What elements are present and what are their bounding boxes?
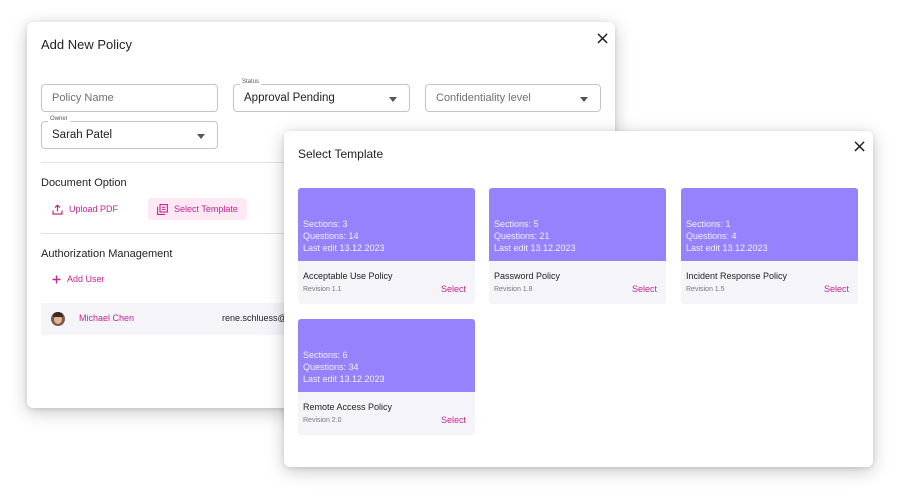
policy-name-placeholder: Policy Name — [52, 92, 114, 104]
template-last-edit: Last edit 13.12.2023 — [686, 243, 768, 253]
template-revision: Revision 2.0 — [303, 417, 342, 424]
template-last-edit: Last edit 13.12.2023 — [303, 374, 385, 384]
template-sections: Sections: 5 — [494, 219, 539, 229]
document-option-heading: Document Option — [41, 177, 127, 189]
select-template-dialog: Select Template × Sections: 3 Questions:… — [284, 131, 873, 467]
close-icon[interactable]: × — [852, 138, 867, 156]
confidentiality-placeholder: Confidentiality level — [436, 92, 531, 104]
add-user-button[interactable]: Add User — [52, 270, 105, 288]
authorization-heading: Authorization Management — [41, 248, 173, 260]
template-last-edit: Last edit 13.12.2023 — [303, 243, 385, 253]
close-icon[interactable]: × — [595, 30, 610, 48]
template-card[interactable]: Sections: 3 Questions: 14 Last edit 13.1… — [298, 188, 475, 304]
status-label: Status — [240, 79, 262, 85]
template-questions: Questions: 4 — [686, 231, 737, 241]
template-sections: Sections: 6 — [303, 350, 348, 360]
template-questions: Questions: 21 — [494, 231, 550, 241]
template-sections: Sections: 3 — [303, 219, 348, 229]
dialog-title: Add New Policy — [41, 37, 133, 52]
select-template-link[interactable]: Select — [632, 284, 657, 294]
template-card[interactable]: Sections: 6 Questions: 34 Last edit 13.1… — [298, 319, 475, 435]
template-banner: Sections: 1 Questions: 4 Last edit 13.12… — [681, 188, 858, 261]
template-banner: Sections: 3 Questions: 14 Last edit 13.1… — [298, 188, 475, 261]
select-template-link[interactable]: Select — [824, 284, 849, 294]
template-card[interactable]: Sections: 1 Questions: 4 Last edit 13.12… — [681, 188, 858, 304]
template-revision: Revision 1.8 — [494, 286, 533, 293]
template-questions: Questions: 34 — [303, 362, 359, 372]
template-sections: Sections: 1 — [686, 219, 731, 229]
dialog-title: Select Template — [298, 147, 384, 161]
status-select[interactable]: Status Approval Pending — [233, 79, 410, 112]
template-icon — [157, 203, 168, 215]
template-card[interactable]: Sections: 5 Questions: 21 Last edit 13.1… — [489, 188, 666, 304]
upload-pdf-button[interactable]: Upload PDF — [52, 198, 118, 220]
template-name: Acceptable Use Policy — [303, 271, 393, 281]
chevron-down-icon — [389, 97, 397, 102]
template-revision: Revision 1.5 — [686, 286, 725, 293]
template-questions: Questions: 14 — [303, 231, 359, 241]
template-last-edit: Last edit 13.12.2023 — [494, 243, 576, 253]
select-template-button[interactable]: Select Template — [148, 198, 247, 220]
user-name[interactable]: Michael Chen — [79, 313, 134, 323]
upload-icon — [52, 203, 63, 215]
template-banner: Sections: 6 Questions: 34 Last edit 13.1… — [298, 319, 475, 392]
select-template-link[interactable]: Select — [441, 415, 466, 425]
chevron-down-icon — [197, 134, 205, 139]
plus-icon — [52, 275, 61, 284]
template-revision: Revision 1.1 — [303, 286, 342, 293]
policy-name-field[interactable]: Policy Name — [41, 84, 218, 112]
template-name: Remote Access Policy — [303, 402, 393, 412]
owner-label: Owner — [48, 116, 70, 122]
add-user-label: Add User — [67, 274, 105, 284]
owner-value: Sarah Patel — [52, 129, 113, 141]
avatar — [51, 312, 65, 326]
select-template-label: Select Template — [174, 204, 238, 214]
user-email: rene.schluess@ — [222, 313, 287, 323]
owner-select[interactable]: Owner Sarah Patel — [41, 116, 218, 149]
template-name: Password Policy — [494, 271, 561, 281]
template-banner: Sections: 5 Questions: 21 Last edit 13.1… — [489, 188, 666, 261]
select-template-link[interactable]: Select — [441, 284, 466, 294]
template-name: Incident Response Policy — [686, 271, 788, 281]
confidentiality-select[interactable]: Confidentiality level — [425, 84, 601, 112]
chevron-down-icon — [580, 97, 588, 102]
upload-pdf-label: Upload PDF — [69, 204, 119, 214]
status-value: Approval Pending — [244, 92, 335, 104]
